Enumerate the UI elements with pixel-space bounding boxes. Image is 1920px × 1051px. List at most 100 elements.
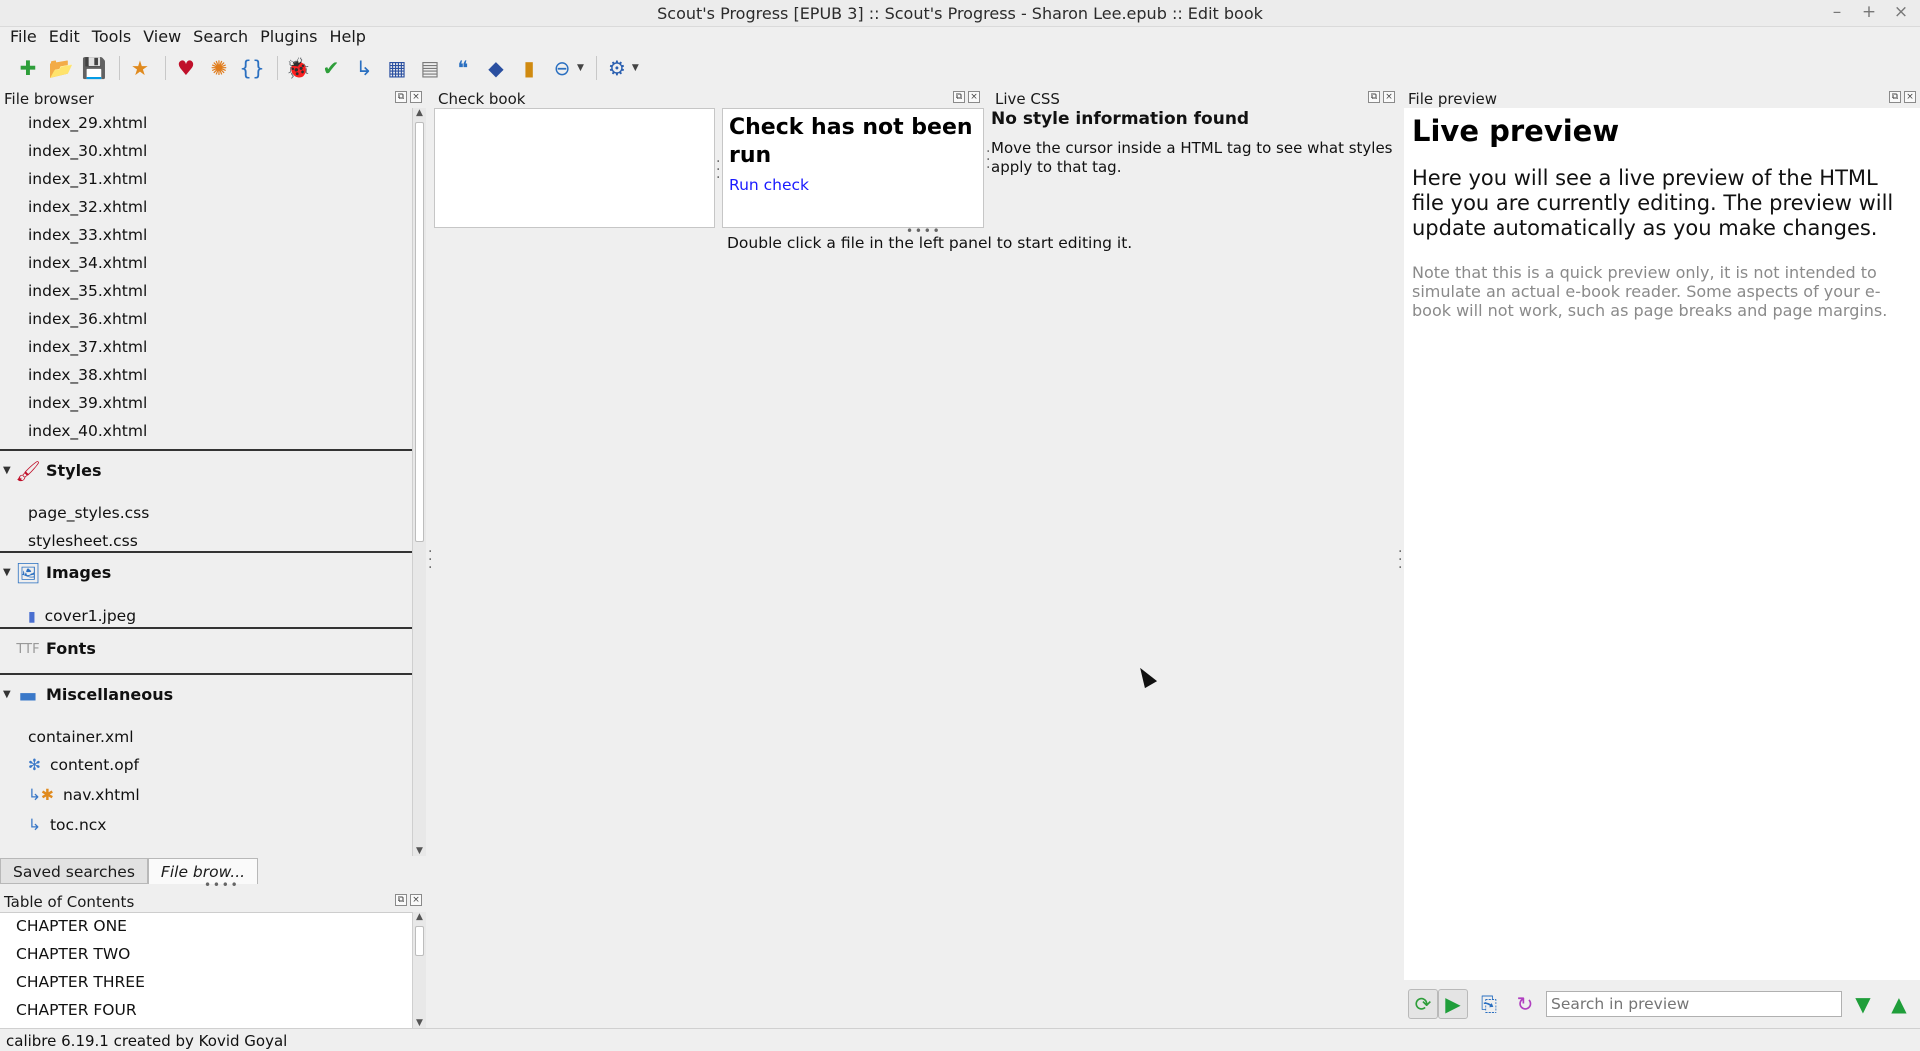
dropdown-arrow-icon[interactable]: ▼: [632, 63, 639, 73]
file-item[interactable]: index_34.xhtml: [28, 254, 147, 272]
file-item[interactable]: index_39.xhtml: [28, 394, 147, 412]
float-panel-icon[interactable]: ⧉: [953, 91, 965, 103]
float-panel-icon[interactable]: ⧉: [395, 894, 407, 906]
close-window-button[interactable]: ×: [1892, 2, 1910, 22]
expand-arrow-icon[interactable]: ▼: [3, 567, 11, 578]
close-panel-icon[interactable]: ×: [410, 894, 422, 906]
transform-icon[interactable]: ⊖: [548, 54, 576, 82]
group-miscellaneous[interactable]: ▼ ▬ Miscellaneous: [0, 673, 412, 717]
menu-edit[interactable]: Edit: [43, 24, 86, 50]
preview-heading: Live preview: [1412, 114, 1620, 148]
file-item[interactable]: ↳ toc.ncx: [28, 816, 106, 834]
scroll-down-icon[interactable]: ▼: [413, 846, 426, 856]
file-item[interactable]: index_35.xhtml: [28, 282, 147, 300]
scroll-thumb[interactable]: [415, 122, 424, 542]
file-item[interactable]: index_33.xhtml: [28, 226, 147, 244]
tab-saved-searches[interactable]: Saved searches: [0, 858, 148, 884]
file-item[interactable]: stylesheet.css: [28, 532, 138, 550]
insert-tag-icon[interactable]: ◆: [482, 54, 510, 82]
statistics-icon[interactable]: ▮: [515, 54, 543, 82]
bookmark-star-icon[interactable]: ★: [126, 54, 154, 82]
check-book-bug-icon[interactable]: 🐞: [284, 54, 312, 82]
menu-search[interactable]: Search: [187, 24, 254, 50]
toc-item[interactable]: CHAPTER TWO: [16, 945, 130, 963]
menu-tools[interactable]: Tools: [86, 24, 137, 50]
menu-view[interactable]: View: [137, 24, 187, 50]
find-previous-icon[interactable]: ▲: [1884, 989, 1914, 1019]
images-icon: 🖼: [15, 561, 41, 585]
scroll-thumb[interactable]: [415, 926, 424, 956]
file-browser-scrollbar[interactable]: ▲ ▼: [412, 108, 426, 856]
css-splitter-handle[interactable]: · · ·: [986, 145, 990, 175]
scroll-down-icon[interactable]: ▼: [413, 1018, 426, 1028]
toc-item[interactable]: CHAPTER FOUR: [16, 1001, 137, 1019]
toolbar-separator: [277, 56, 278, 80]
spell-check-icon[interactable]: ✔: [317, 54, 345, 82]
paintbrush-icon: 🖌: [15, 459, 41, 483]
file-item[interactable]: index_29.xhtml: [28, 114, 147, 132]
left-splitter-handle[interactable]: · · ·: [428, 545, 432, 575]
group-styles[interactable]: ▼ 🖌 Styles: [0, 449, 412, 493]
donate-heart-icon[interactable]: ♥: [172, 54, 200, 82]
smarten-quotes-icon[interactable]: ❝: [449, 54, 477, 82]
close-panel-icon[interactable]: ×: [1904, 91, 1916, 103]
beautify-icon[interactable]: ✺: [205, 54, 233, 82]
plugin-tools-icon[interactable]: ⚙: [603, 54, 631, 82]
check-splitter-handle[interactable]: · · ·: [716, 155, 720, 185]
scroll-up-icon[interactable]: ▲: [413, 108, 426, 118]
file-item[interactable]: index_38.xhtml: [28, 366, 147, 384]
play-sync-icon[interactable]: ▶: [1438, 989, 1468, 1019]
search-in-preview-input[interactable]: [1546, 991, 1842, 1017]
file-item[interactable]: index_31.xhtml: [28, 170, 147, 188]
menu-plugins[interactable]: Plugins: [254, 24, 323, 50]
file-item[interactable]: page_styles.css: [28, 504, 149, 522]
minimize-button[interactable]: –: [1828, 2, 1846, 22]
file-item[interactable]: index_32.xhtml: [28, 198, 147, 216]
fonts-icon[interactable]: ▤: [416, 54, 444, 82]
file-item[interactable]: index_36.xhtml: [28, 310, 147, 328]
maximize-button[interactable]: +: [1860, 2, 1878, 22]
code-braces-icon[interactable]: {}: [238, 54, 266, 82]
file-item[interactable]: ↳✱ nav.xhtml: [28, 786, 140, 804]
group-label: Miscellaneous: [46, 685, 174, 704]
find-next-icon[interactable]: ▼: [1848, 989, 1878, 1019]
toc-item[interactable]: CHAPTER ONE: [16, 917, 127, 935]
group-images[interactable]: ▼ 🖼 Images: [0, 551, 412, 595]
scroll-up-icon[interactable]: ▲: [413, 912, 426, 922]
save-icon[interactable]: 💾: [80, 54, 108, 82]
file-item[interactable]: index_30.xhtml: [28, 142, 147, 160]
close-panel-icon[interactable]: ×: [410, 91, 422, 103]
expand-arrow-icon[interactable]: ▼: [3, 689, 11, 700]
toc-scrollbar[interactable]: ▲ ▼: [412, 912, 426, 1028]
file-item[interactable]: ✻ content.opf: [28, 756, 139, 774]
menu-help[interactable]: Help: [323, 24, 371, 50]
file-browser-title-text: File browser: [4, 90, 94, 108]
new-file-icon[interactable]: ✚: [14, 54, 42, 82]
preview-lead: Here you will see a live preview of the …: [1412, 166, 1894, 240]
tab-file-browser[interactable]: File brow...: [147, 858, 259, 884]
dropdown-arrow-icon[interactable]: ▼: [577, 63, 584, 73]
float-panel-icon[interactable]: ⧉: [1368, 91, 1380, 103]
run-check-link[interactable]: Run check: [729, 176, 977, 194]
group-fonts[interactable]: TTF Fonts: [0, 627, 412, 671]
file-item[interactable]: ▮ cover1.jpeg: [28, 607, 136, 625]
file-item[interactable]: container.xml: [28, 728, 134, 746]
open-book-icon[interactable]: 📂: [47, 54, 75, 82]
auto-reload-icon[interactable]: ⟳: [1408, 989, 1438, 1019]
refresh-icon[interactable]: ↻: [1510, 989, 1540, 1019]
file-name: nav.xhtml: [62, 786, 140, 804]
reports-icon[interactable]: ▦: [383, 54, 411, 82]
float-panel-icon[interactable]: ⧉: [395, 91, 407, 103]
file-item[interactable]: index_40.xhtml: [28, 422, 147, 440]
expand-arrow-icon[interactable]: ▼: [3, 465, 11, 476]
toc-item[interactable]: CHAPTER THREE: [16, 973, 145, 991]
close-panel-icon[interactable]: ×: [968, 91, 980, 103]
file-item[interactable]: index_37.xhtml: [28, 338, 147, 356]
close-panel-icon[interactable]: ×: [1383, 91, 1395, 103]
float-panel-icon[interactable]: ⧉: [1889, 91, 1901, 103]
menu-file[interactable]: File: [4, 24, 43, 50]
right-splitter-handle[interactable]: · · ·: [1398, 545, 1402, 575]
split-file-icon[interactable]: ⎘: [1474, 989, 1504, 1019]
opf-icon: ✻: [28, 756, 41, 774]
toc-icon[interactable]: ↳: [350, 54, 378, 82]
